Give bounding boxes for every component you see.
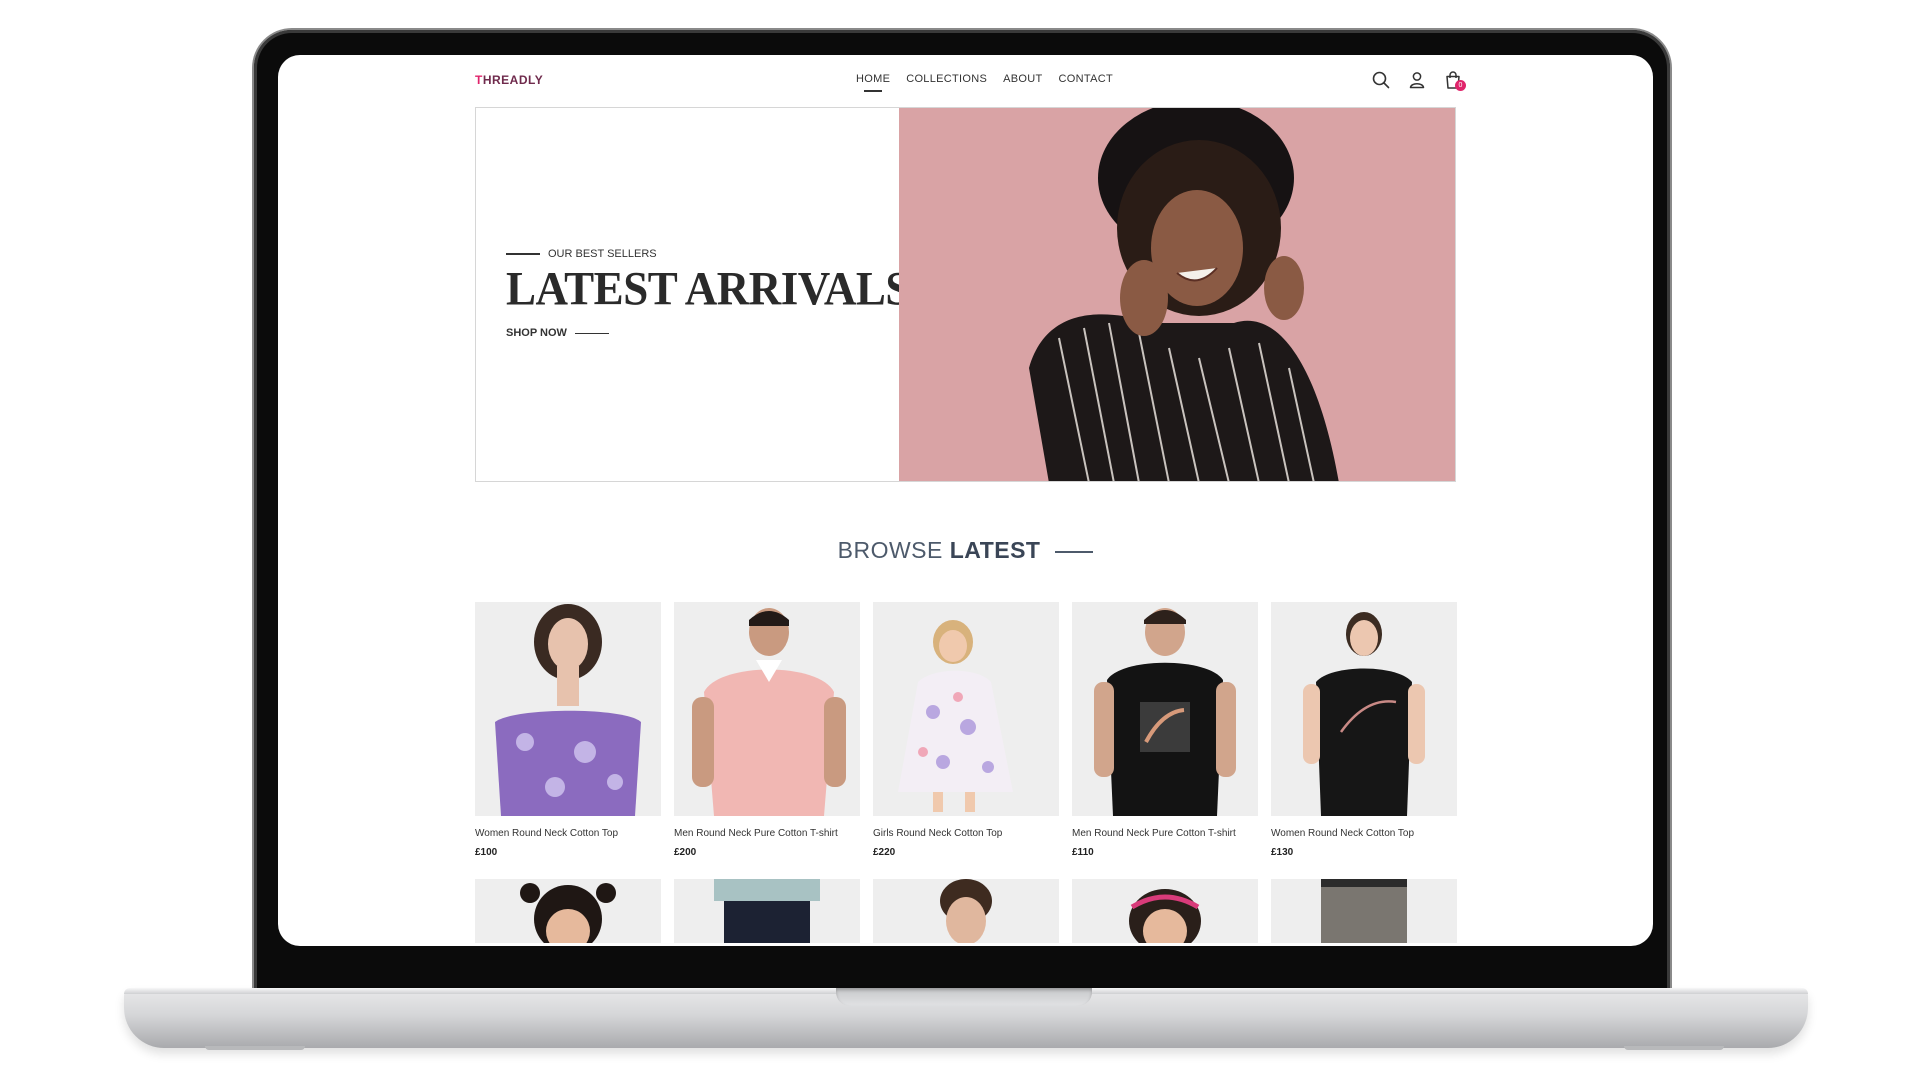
shop-now-label: SHOP NOW xyxy=(506,327,567,340)
product-card[interactable]: Women Round Neck Cotton Top £130 xyxy=(1271,602,1457,858)
product-card[interactable] xyxy=(674,879,860,943)
product-name[interactable]: Men Round Neck Pure Cotton T-shirt xyxy=(674,828,860,839)
hero-title: LATEST ARRIVALS xyxy=(506,262,910,316)
header-icons: 0 xyxy=(1370,69,1466,91)
product-price: £220 xyxy=(873,847,896,858)
product-image[interactable] xyxy=(873,879,1059,943)
hero-banner: OUR BEST SELLERS LATEST ARRIVALS SHOP NO… xyxy=(475,107,1456,482)
shop-now-link[interactable]: SHOP NOW xyxy=(506,327,910,339)
eyebrow-line xyxy=(506,253,540,255)
nav-about[interactable]: ABOUT xyxy=(1003,73,1042,85)
shop-now-line xyxy=(574,332,609,334)
user-icon[interactable] xyxy=(1406,69,1428,91)
nav-collections[interactable]: COLLECTIONS xyxy=(906,73,987,85)
product-card[interactable]: Girls Round Neck Cotton Top £220 xyxy=(873,602,1059,858)
product-price: £200 xyxy=(674,847,697,858)
laptop-foot-right xyxy=(1624,1046,1724,1050)
product-name[interactable]: Women Round Neck Cotton Top xyxy=(475,828,661,839)
product-image[interactable] xyxy=(674,602,860,816)
product-card[interactable] xyxy=(475,879,661,943)
hero-text: OUR BEST SELLERS LATEST ARRIVALS SHOP NO… xyxy=(506,248,910,339)
product-image[interactable] xyxy=(475,879,661,943)
product-image[interactable] xyxy=(475,602,661,816)
product-image[interactable] xyxy=(1072,602,1258,816)
product-card[interactable]: Women Round Neck Cotton Top £100 xyxy=(475,602,661,858)
product-card[interactable] xyxy=(1271,879,1457,943)
product-image[interactable] xyxy=(873,602,1059,816)
main-nav: HOME COLLECTIONS ABOUT CONTACT xyxy=(856,73,1113,92)
browse-title-light: BROWSE xyxy=(837,537,943,563)
product-price: £130 xyxy=(1271,847,1294,858)
product-card[interactable]: Men Round Neck Pure Cotton T-shirt £110 xyxy=(1072,602,1258,858)
shopping-bag-icon[interactable]: 0 xyxy=(1442,69,1466,91)
product-name[interactable]: Men Round Neck Pure Cotton T-shirt xyxy=(1072,828,1258,839)
product-name[interactable]: Women Round Neck Cotton Top xyxy=(1271,828,1457,839)
product-card[interactable] xyxy=(1072,879,1258,943)
site-logo[interactable]: THREADLY xyxy=(475,73,543,87)
nav-home[interactable]: HOME xyxy=(856,73,890,92)
logo-initial: T xyxy=(475,73,483,87)
product-image[interactable] xyxy=(1072,879,1258,943)
hero-eyebrow: OUR BEST SELLERS xyxy=(506,248,910,260)
hero-image xyxy=(899,108,1455,481)
laptop-notch xyxy=(836,988,1092,1006)
product-card[interactable] xyxy=(873,879,1059,943)
product-name[interactable]: Girls Round Neck Cotton Top xyxy=(873,828,1059,839)
logo-text: HREADLY xyxy=(482,73,544,87)
hero-eyebrow-label: OUR BEST SELLERS xyxy=(548,248,657,260)
product-image[interactable] xyxy=(674,879,860,943)
browse-latest-heading: BROWSE LATEST xyxy=(278,537,1653,564)
product-price: £100 xyxy=(475,847,498,858)
hero-model-illustration xyxy=(899,108,1455,481)
search-icon[interactable] xyxy=(1370,69,1392,91)
product-card[interactable]: Men Round Neck Pure Cotton T-shirt £200 xyxy=(674,602,860,858)
cart-count-badge: 0 xyxy=(1455,80,1466,91)
product-image[interactable] xyxy=(1271,602,1457,816)
browse-title-bold: LATEST xyxy=(949,537,1041,563)
nav-contact[interactable]: CONTACT xyxy=(1059,73,1113,85)
browse-title-line xyxy=(1055,550,1094,553)
laptop-foot-left xyxy=(205,1046,305,1050)
laptop-screen: THREADLY HOME COLLECTIONS ABOUT CONTACT … xyxy=(278,55,1653,946)
product-price: £110 xyxy=(1072,847,1094,858)
product-image[interactable] xyxy=(1271,879,1457,943)
site-header: THREADLY HOME COLLECTIONS ABOUT CONTACT … xyxy=(278,55,1653,107)
